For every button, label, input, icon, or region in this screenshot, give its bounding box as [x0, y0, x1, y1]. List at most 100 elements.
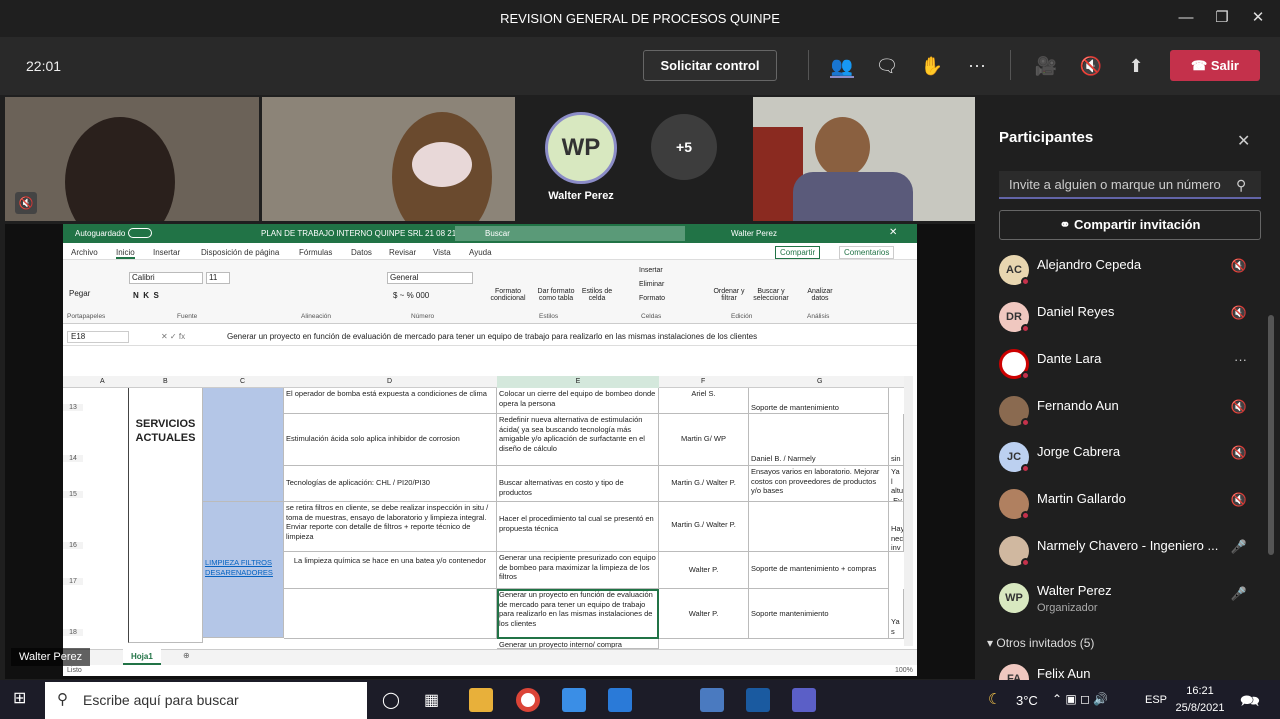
cell-e15[interactable]: Buscar alternativas en costo y tipo de p…: [497, 466, 659, 502]
participant-row[interactable]: WP Walter Perez Organizador 🎤: [999, 578, 1261, 618]
row-18[interactable]: 18: [63, 629, 83, 636]
calculator-icon[interactable]: [700, 688, 724, 712]
cell-f18[interactable]: Walter P.: [659, 589, 749, 639]
participant-row[interactable]: DR Daniel Reyes 🔇: [999, 297, 1261, 337]
cell-g16[interactable]: [749, 502, 889, 552]
mic-icon[interactable]: 🎤: [1231, 539, 1247, 555]
taskbar-search[interactable]: Escribe aquí para buscar: [45, 682, 367, 719]
currency-icon[interactable]: $ ~ % 000: [393, 291, 429, 300]
cell-h14[interactable]: sin: [889, 414, 904, 466]
mic-muted-icon[interactable]: 🔇: [1079, 54, 1103, 78]
excel-search[interactable]: Buscar: [455, 226, 685, 241]
notifications-icon[interactable]: 🗪: [1240, 690, 1260, 717]
cell-g17[interactable]: Soporte de mantenimiento + compras: [749, 552, 889, 589]
mic-muted-icon[interactable]: 🔇: [1231, 445, 1247, 461]
font-size-select[interactable]: 11: [206, 272, 230, 284]
cell-d17[interactable]: La limpieza química se hace en una batea…: [284, 552, 497, 589]
cell-e17[interactable]: Generar una recipiente presurizado con e…: [497, 552, 659, 589]
cell-h15[interactable]: Ya l altu .Ev: [889, 466, 904, 502]
close-panel-icon[interactable]: ✕: [1237, 131, 1250, 151]
video-tile-2[interactable]: [262, 97, 515, 221]
row-17[interactable]: 17: [63, 578, 83, 585]
row-14[interactable]: 14: [63, 455, 83, 462]
paste-button[interactable]: Pegar: [69, 289, 90, 298]
excel-zoom[interactable]: 100%: [895, 667, 913, 674]
name-box[interactable]: E18: [67, 331, 129, 343]
cell-e14[interactable]: Redefinir nueva alternativa de estimulac…: [497, 414, 659, 466]
cell-f13[interactable]: Ariel S.: [659, 388, 749, 414]
formula-content[interactable]: Generar un proyecto en función de evalua…: [227, 332, 757, 341]
tab-inicio[interactable]: Inicio: [116, 248, 135, 259]
row-16[interactable]: 16: [63, 542, 83, 549]
col-a[interactable]: A: [100, 378, 105, 385]
cell-d14[interactable]: Estimulación ácida solo aplica inhibidor…: [284, 414, 497, 466]
participant-row[interactable]: Narmely Chavero - Ingeniero ... 🎤: [999, 531, 1261, 571]
cell-h16[interactable]: Hay nec inv: [889, 502, 904, 552]
more-options-icon[interactable]: ···: [1234, 352, 1247, 367]
mic-muted-icon[interactable]: 🔇: [1231, 399, 1247, 415]
cell-d15[interactable]: Tecnologías de aplicación: CHL / PI20/PI…: [284, 466, 497, 502]
tab-revisar[interactable]: Revisar: [389, 248, 416, 257]
mail-icon[interactable]: [562, 688, 586, 712]
other-guests-header[interactable]: ▾ Otros invitados (5): [987, 636, 1094, 650]
insert-cells-button[interactable]: Insertar: [639, 267, 663, 274]
cond-format-button[interactable]: Formato condicional: [485, 288, 531, 302]
col-f[interactable]: F: [701, 378, 705, 385]
store-icon[interactable]: [608, 688, 632, 712]
cell-h18[interactable]: Ya s Jua: [889, 589, 904, 639]
cell-d16[interactable]: se retira filtros en cliente, se debe re…: [284, 502, 497, 552]
language-indicator[interactable]: ESP: [1145, 694, 1167, 706]
app-icon[interactable]: [746, 688, 770, 712]
c-group-1[interactable]: [203, 388, 284, 502]
tab-formulas[interactable]: Fórmulas: [299, 248, 332, 257]
cell-e19[interactable]: Generar un proyecto interno/ compra: [497, 639, 659, 649]
file-explorer-icon[interactable]: [469, 688, 493, 712]
participant-row[interactable]: JC Jorge Cabrera 🔇: [999, 437, 1261, 477]
participant-row[interactable]: Dante Lara ···: [999, 344, 1261, 384]
analyze-data-button[interactable]: Analizar datos: [803, 288, 837, 302]
camera-icon[interactable]: 🎥: [1034, 54, 1058, 78]
minimize-icon[interactable]: —: [1176, 8, 1196, 28]
cortana-icon[interactable]: ◯: [382, 690, 400, 710]
sheet-tab-hoja1[interactable]: Hoja1: [123, 649, 161, 665]
tab-insertar[interactable]: Insertar: [153, 248, 180, 257]
video-tile-1[interactable]: 🔇: [5, 97, 259, 221]
request-control-button[interactable]: Solicitar control: [643, 50, 777, 81]
cell-e13[interactable]: Colocar un cierre del equipo de bombeo d…: [497, 388, 659, 414]
bold-icon[interactable]: N K S: [133, 291, 159, 300]
participant-row[interactable]: AC Alejandro Cepeda 🔇: [999, 250, 1261, 290]
mic-muted-icon[interactable]: 🔇: [1231, 258, 1247, 274]
tab-datos[interactable]: Datos: [351, 248, 372, 257]
cell-d18[interactable]: [284, 589, 497, 639]
cell-e16[interactable]: Hacer el procedimiento tal cual se prese…: [497, 502, 659, 552]
participant-row[interactable]: Fernando Aun 🔇: [999, 391, 1261, 431]
table-format-button[interactable]: Dar formato como tabla: [533, 288, 579, 302]
panel-scrollbar[interactable]: [1268, 315, 1274, 555]
add-sheet-icon[interactable]: ⊕: [183, 651, 190, 660]
taskbar-date[interactable]: 25/8/2021: [1170, 702, 1230, 714]
cell-e18-selected[interactable]: Generar un proyecto en función de evalua…: [497, 589, 659, 639]
excel-share-button[interactable]: Compartir: [775, 246, 821, 259]
cell-g13[interactable]: Soporte de mantenimiento: [749, 388, 889, 414]
more-options-icon[interactable]: ⋯: [965, 54, 989, 78]
maximize-icon[interactable]: ❐: [1212, 8, 1232, 28]
task-view-icon[interactable]: ▦: [424, 690, 439, 710]
cell-g14[interactable]: Daniel B. / Narmely: [749, 414, 889, 466]
vertical-scrollbar[interactable]: [904, 376, 913, 646]
find-select-button[interactable]: Buscar y seleccionar: [749, 288, 793, 302]
col-g[interactable]: G: [817, 378, 822, 385]
delete-cells-button[interactable]: Eliminar: [639, 281, 664, 288]
mic-icon[interactable]: 🎤: [1231, 586, 1247, 602]
row-15[interactable]: 15: [63, 491, 83, 498]
tab-vista[interactable]: Vista: [433, 248, 451, 257]
tab-ayuda[interactable]: Ayuda: [469, 248, 492, 257]
participant-row[interactable]: Martin Gallardo 🔇: [999, 484, 1261, 524]
cell-f15[interactable]: Martin G./ Walter P.: [659, 466, 749, 502]
mic-muted-icon[interactable]: 🔇: [1231, 492, 1247, 508]
col-e[interactable]: E: [497, 376, 659, 388]
cell-g15[interactable]: Ensayos varios en laboratorio. Mejorar c…: [749, 466, 889, 502]
share-invite-button[interactable]: ⚭ Compartir invitación: [999, 210, 1261, 240]
cell-f14[interactable]: Martin G/ WP: [659, 414, 749, 466]
search-icon[interactable]: ⚲: [1236, 177, 1246, 194]
cell-g18[interactable]: Soporte mantenimiento: [749, 589, 889, 639]
